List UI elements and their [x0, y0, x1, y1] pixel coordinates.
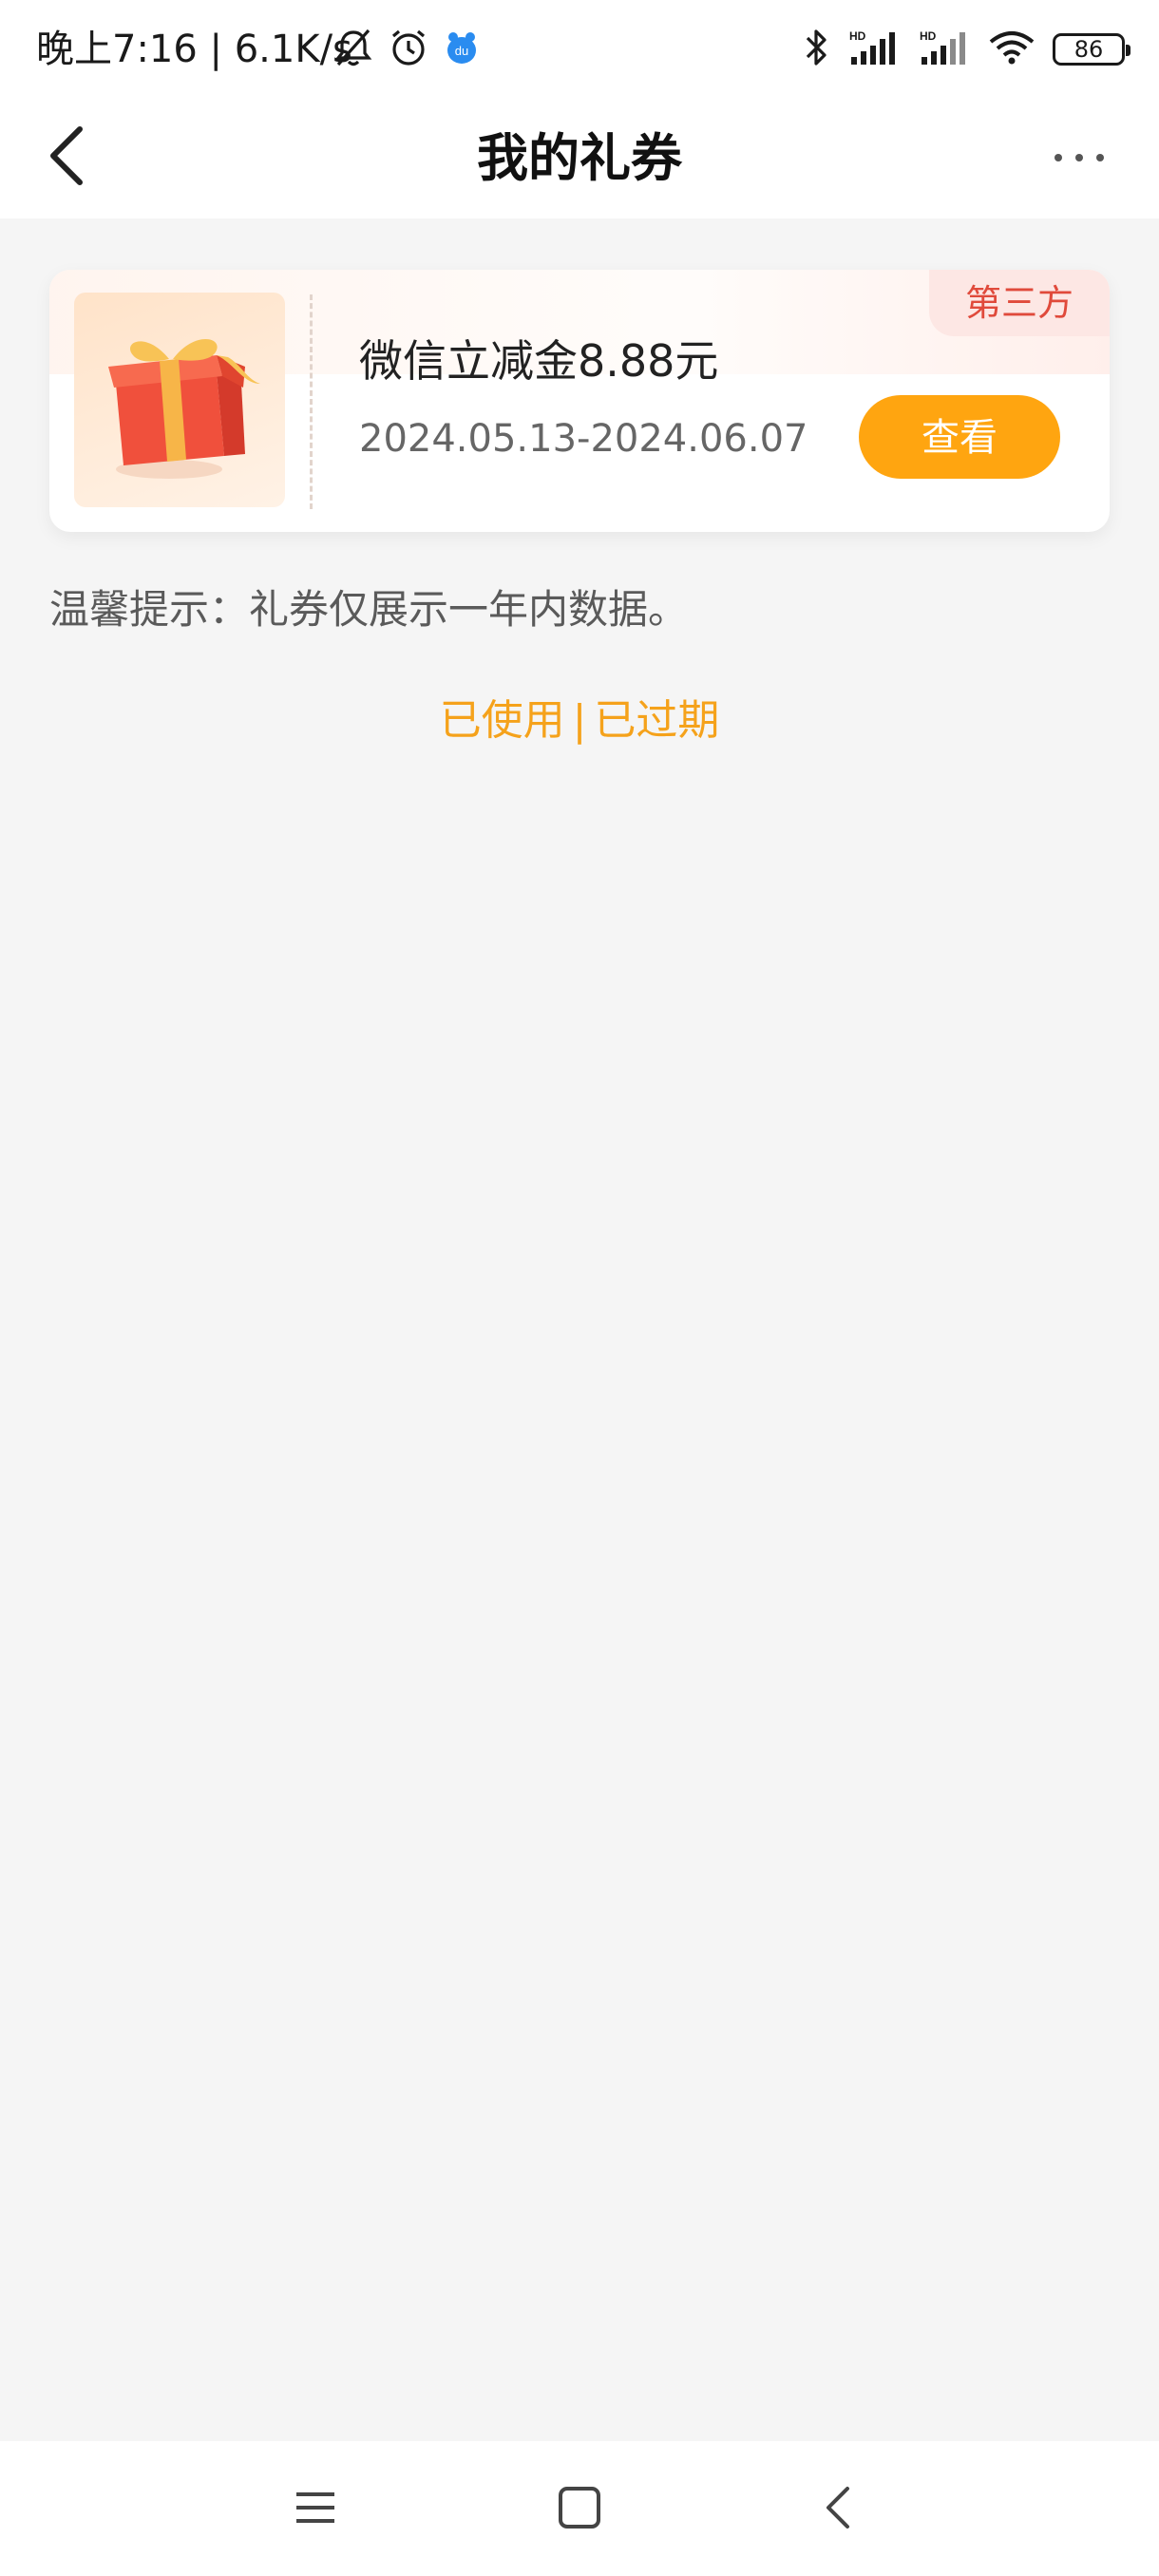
app-notification-icon: du — [443, 28, 481, 70]
status-icons-right: HD HD 86 — [802, 23, 1130, 76]
coupon-divider — [310, 294, 313, 509]
signal-hd-icon: HD — [918, 28, 971, 70]
battery-icon: 86 — [1053, 33, 1130, 66]
back-arrow-icon — [50, 126, 83, 185]
system-back-button[interactable] — [809, 2477, 870, 2538]
coupon-name: 微信立减金8.88元 — [359, 335, 719, 387]
coupon-date-range: 2024.05.13-2024.06.07 — [359, 417, 808, 461]
gift-box-icon — [108, 338, 260, 479]
link-separator: | — [572, 696, 587, 745]
alarm-icon — [388, 27, 429, 72]
menu-icon — [296, 2492, 334, 2523]
svg-text:HD: HD — [920, 29, 937, 43]
home-button[interactable] — [549, 2477, 610, 2538]
more-dots-icon — [1075, 154, 1083, 161]
app-header: 我的礼券 — [0, 99, 1159, 218]
more-dots-icon — [1054, 154, 1062, 161]
tip-text: 温馨提示：礼券仅展示一年内数据。 — [49, 586, 689, 633]
svg-text:du: du — [455, 44, 468, 58]
wifi-icon — [988, 28, 1036, 70]
status-icons-left: du — [332, 25, 481, 74]
status-time: 晚上7:16 | 6.1K/s — [36, 28, 352, 71]
page-title: 我的礼券 — [477, 128, 682, 188]
bell-off-icon — [332, 27, 374, 72]
svg-text:HD: HD — [849, 29, 866, 43]
expired-link[interactable]: 已过期 — [594, 696, 719, 745]
view-coupon-button[interactable]: 查看 — [859, 395, 1060, 479]
more-button[interactable] — [1049, 139, 1110, 177]
signal-hd-icon: HD — [847, 28, 901, 70]
back-button[interactable] — [42, 116, 99, 196]
back-chevron-icon — [826, 2487, 849, 2529]
used-link[interactable]: 已使用 — [440, 696, 565, 745]
coupon-card[interactable]: 微信立减金8.88元 2024.05.13-2024.06.07 第三方 查看 — [49, 270, 1110, 532]
bluetooth-icon — [802, 26, 830, 73]
coupon-thumbnail — [74, 293, 285, 507]
system-nav-bar — [0, 2441, 1159, 2576]
more-dots-icon — [1096, 154, 1104, 161]
third-party-badge: 第三方 — [929, 270, 1110, 336]
status-bar: 晚上7:16 | 6.1K/s du HD HD 86 — [0, 0, 1159, 99]
home-square-icon — [559, 2487, 600, 2529]
history-links: 已使用 | 已过期 — [0, 691, 1159, 750]
menu-button[interactable] — [285, 2477, 346, 2538]
